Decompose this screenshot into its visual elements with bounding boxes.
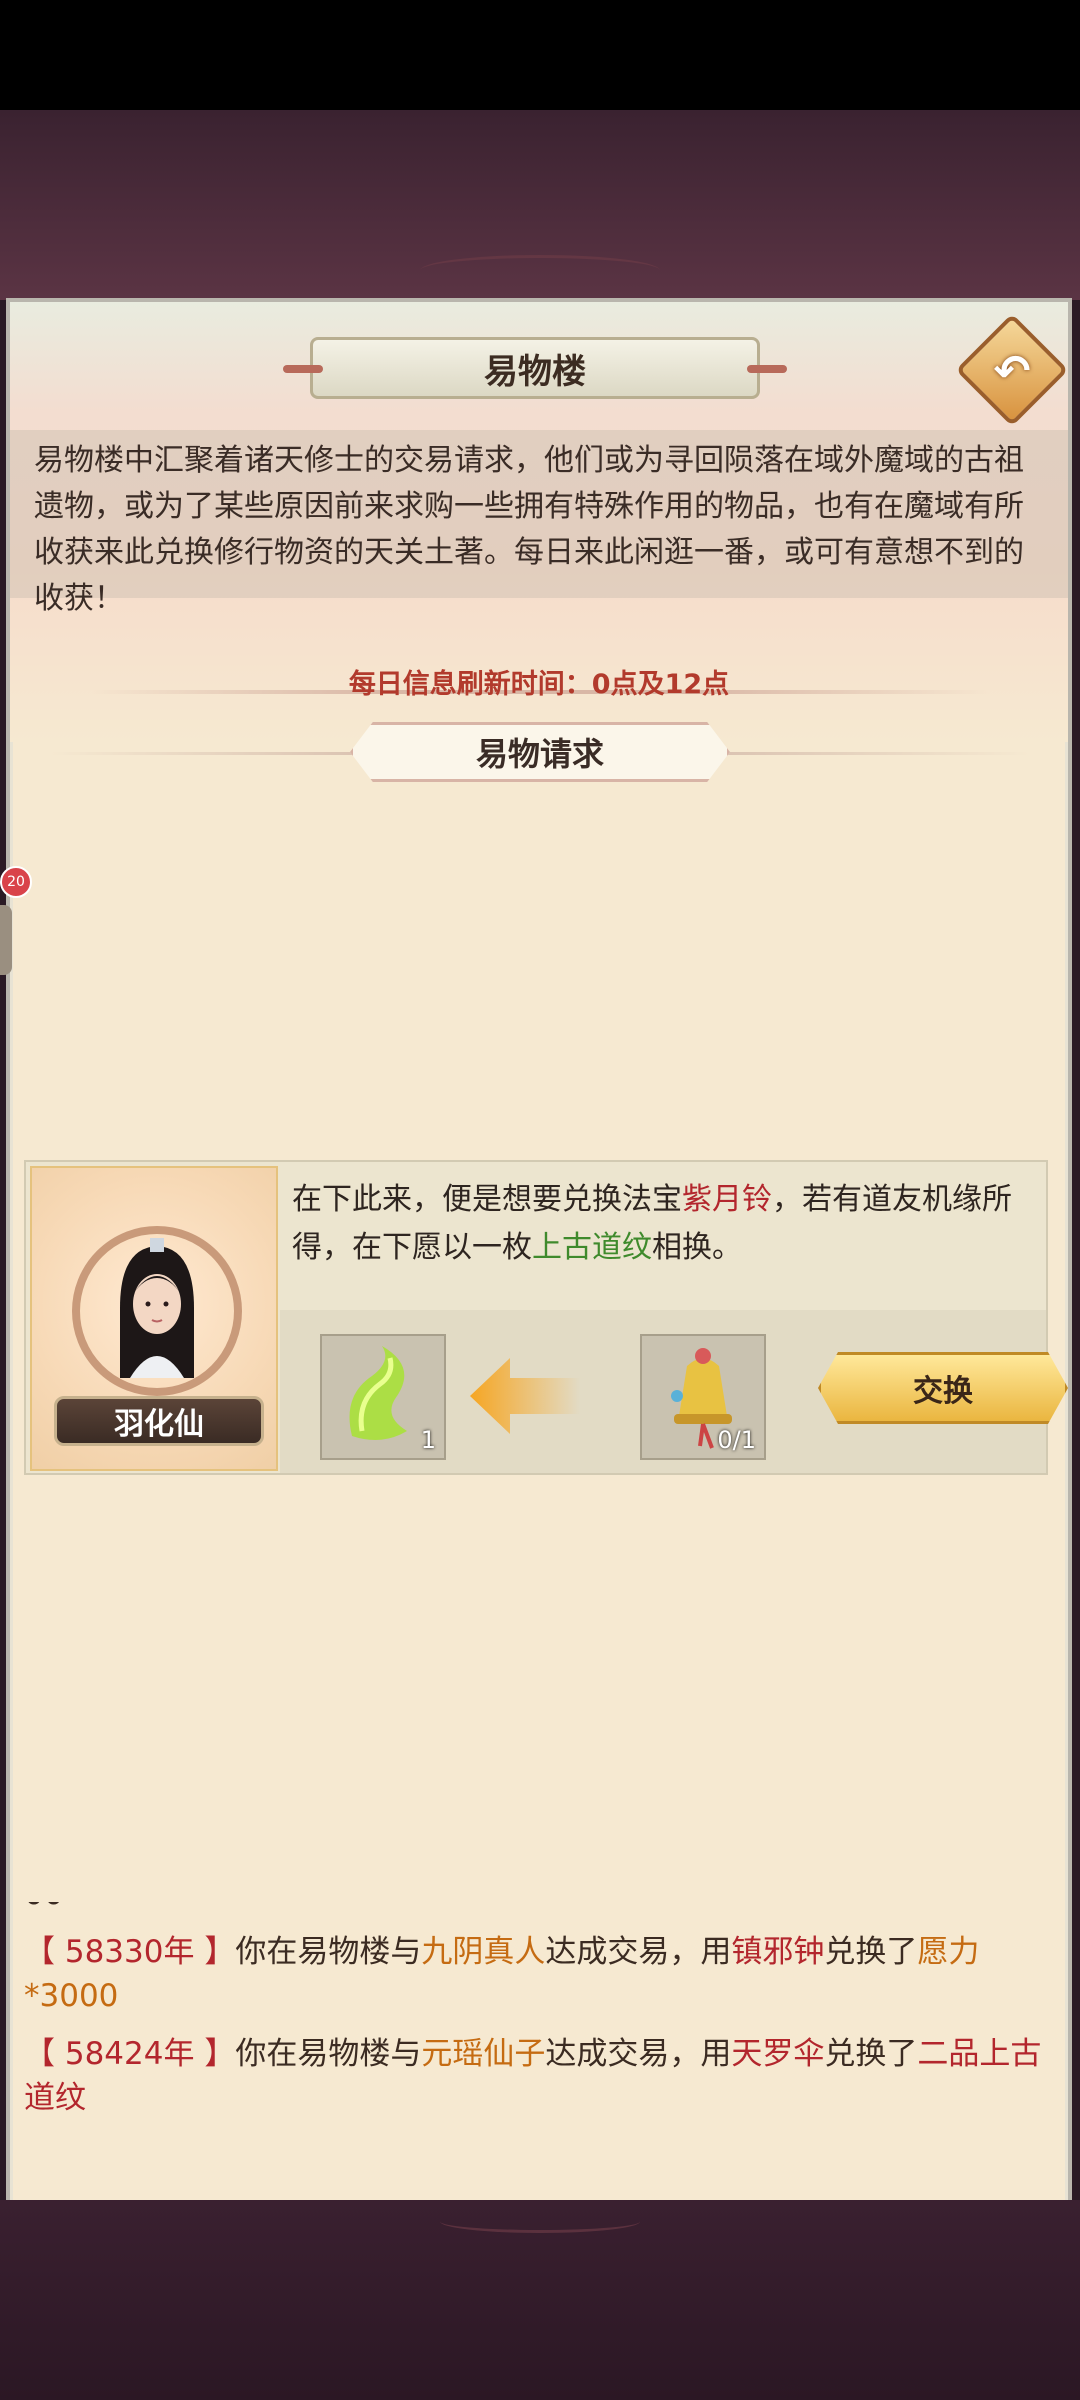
message-part: 相换。 — [652, 1230, 742, 1265]
log-partner: 元瑶仙子 — [421, 2036, 546, 2072]
log-entry: 00 — [24, 1902, 1054, 1916]
log-text: 兑换了 — [824, 1934, 918, 1970]
log-given-item: 镇邪钟 — [731, 1934, 825, 1970]
wanted-item-name: 紫月铃 — [682, 1182, 772, 1217]
log-text: 达成交易，用 — [545, 2036, 732, 2072]
log-year: 【 58330年 】 — [24, 1934, 236, 1970]
bottom-ornament — [440, 2210, 640, 2233]
refresh-notice: 每日信息刷新时间：0点及12点 — [348, 669, 730, 700]
back-arrow-icon[interactable]: ↶ — [975, 334, 1049, 408]
side-drawer-tab[interactable] — [0, 905, 12, 975]
log-given-item: 天罗伞 — [731, 2036, 825, 2072]
offered-item-name: 上古道纹 — [532, 1230, 652, 1265]
required-item-slot[interactable]: 0/1 — [640, 1334, 766, 1460]
log-text: 兑换了 — [824, 2036, 918, 2072]
offer-count: 1 — [420, 1426, 436, 1454]
npc-avatar — [120, 1238, 194, 1378]
trade-message: 在下此来，便是想要兑换法宝紫月铃，若有道友机缘所得，在下愿以一枚上古道纹相换。 — [292, 1176, 1032, 1272]
log-text-clipped: 00 — [24, 1902, 63, 1912]
log-partner: 九阴真人 — [421, 1934, 546, 1970]
intro-description: 易物楼中汇聚着诸天修士的交易请求，他们或为寻回陨落在域外魔域的古祖遗物，或为了某… — [10, 430, 1068, 616]
required-count: 0/1 — [717, 1426, 756, 1454]
log-text: 达成交易，用 — [545, 1934, 732, 1970]
top-ornament — [420, 255, 660, 286]
log-text: 你在易物楼与 — [235, 2036, 422, 2072]
page-title: 易物楼 — [283, 337, 787, 399]
log-text: 你在易物楼与 — [235, 1934, 422, 1970]
log-entry: 【 58330年 】你在易物楼与九阴真人达成交易，用镇邪钟兑换了愿力*3000 — [24, 1930, 1054, 2018]
section-title: 易物请求 — [350, 722, 730, 782]
trade-items-row: 1 0/1 交换 — [280, 1310, 1068, 1473]
log-year: 【 58424年 】 — [24, 2036, 236, 2072]
top-black-bar — [0, 0, 1080, 110]
notification-badge[interactable]: 20 — [0, 866, 32, 898]
log-entry: 【 58424年 】你在易物楼与元瑶仙子达成交易，用天罗伞兑换了二品上古道纹 — [24, 2032, 1054, 2120]
message-part: 在下此来，便是想要兑换法宝 — [292, 1182, 682, 1217]
arrow-left-icon — [470, 1358, 580, 1434]
trade-log: 00 【 58330年 】你在易物楼与九阴真人达成交易，用镇邪钟兑换了愿力*30… — [24, 1902, 1054, 2196]
offered-item-slot[interactable]: 1 — [320, 1334, 446, 1460]
npc-portrait-panel: 羽化仙 — [30, 1166, 278, 1471]
trade-request-card: 羽化仙 在下此来，便是想要兑换法宝紫月铃，若有道友机缘所得，在下愿以一枚上古道纹… — [24, 1160, 1068, 1475]
npc-name: 羽化仙 — [54, 1396, 264, 1446]
trade-house-panel: 易物楼 ↶ 易物楼中汇聚着诸天修士的交易请求，他们或为寻回陨落在域外魔域的古祖遗… — [6, 298, 1072, 2208]
exchange-button[interactable]: 交换 — [818, 1352, 1068, 1424]
